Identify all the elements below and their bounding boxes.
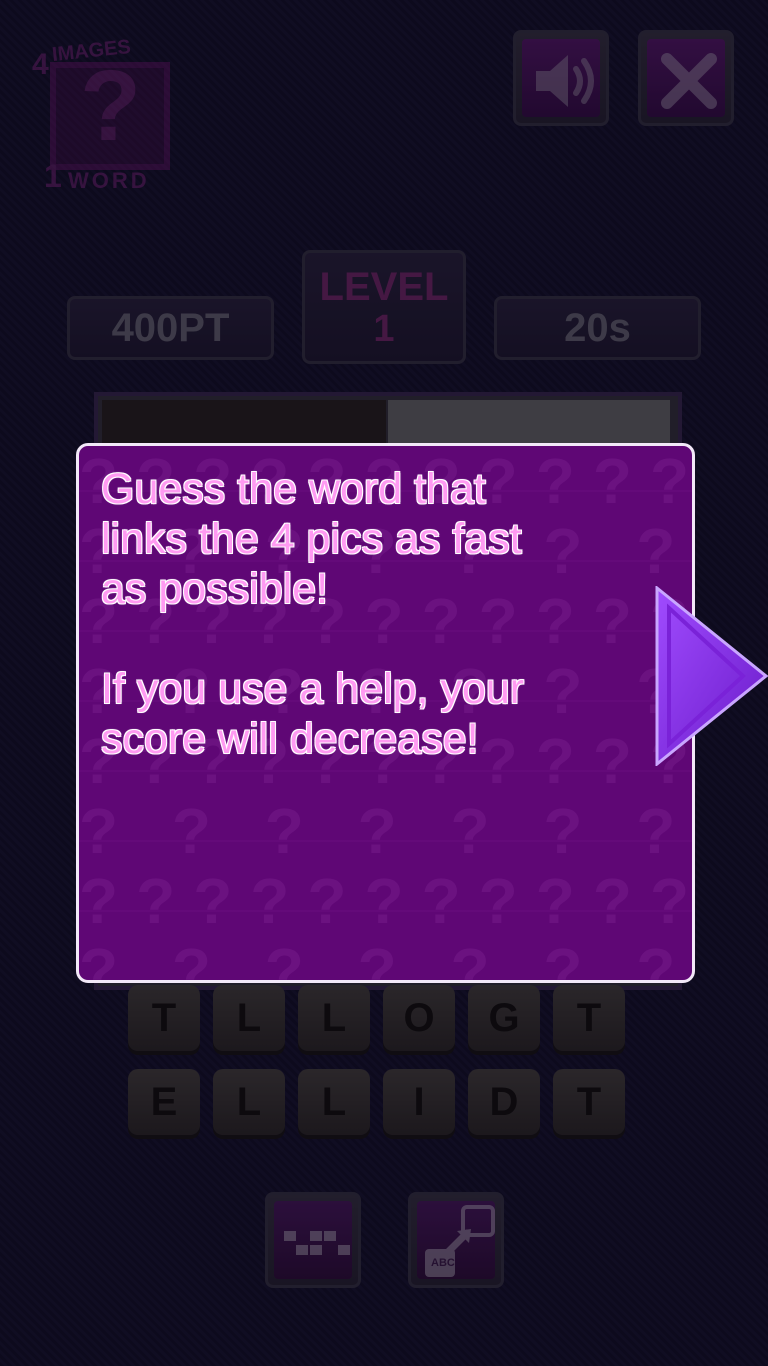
dialog-message-2: If you use a help, your score will decre… — [101, 664, 681, 764]
dialog-line-3: as possible! — [101, 565, 329, 613]
dialog-line-5: score will decrease! — [101, 715, 479, 763]
dialog-message-1: Guess the word that links the 4 pics as … — [101, 464, 681, 614]
dialog-line-4: If you use a help, your — [101, 665, 525, 713]
dialog-line-2: links the 4 pics as fast — [101, 515, 522, 563]
next-arrow-icon[interactable] — [655, 586, 768, 766]
tutorial-dialog: ??????????? ? ? ? ? ? ? ? ? ? ??????????… — [76, 443, 695, 983]
dialog-line-1: Guess the word that — [101, 465, 486, 513]
